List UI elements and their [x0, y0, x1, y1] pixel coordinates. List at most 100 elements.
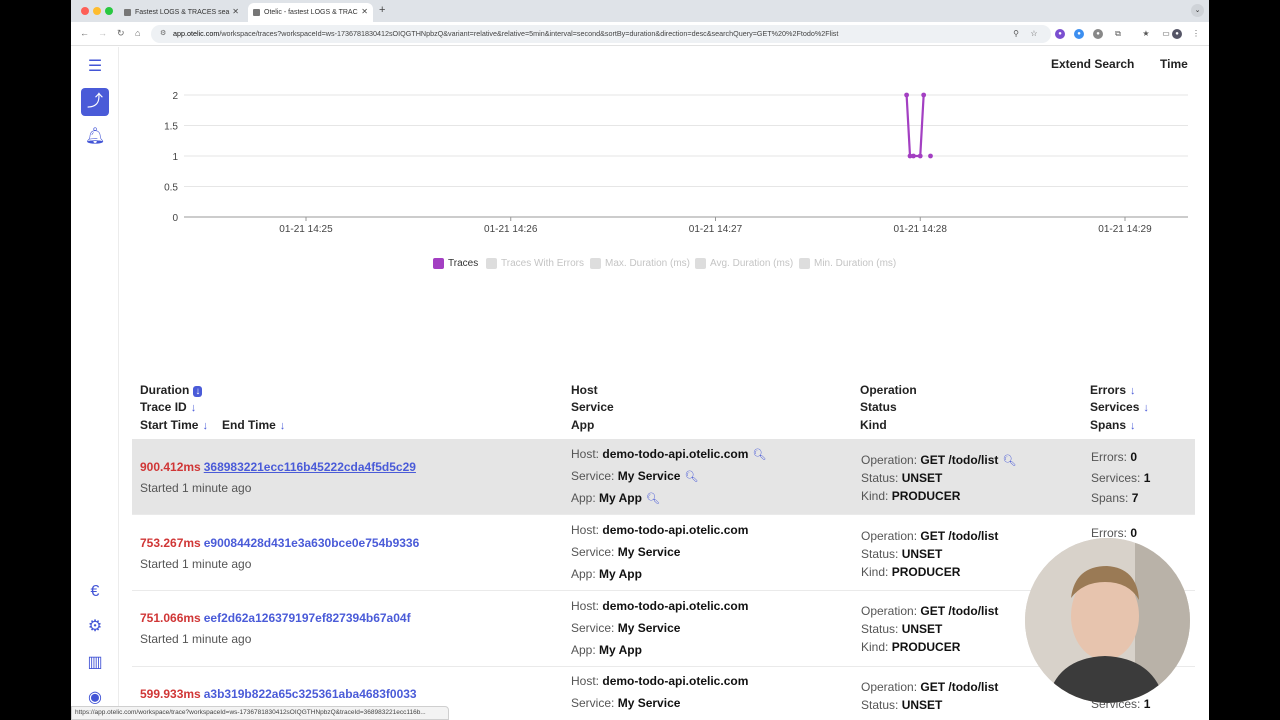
traces-icon[interactable]: ⤴ [81, 88, 109, 116]
bookmark-star-icon[interactable]: ☆ [1029, 29, 1039, 39]
trace-row[interactable]: 900.412ms 368983221ecc116b45222cda4f5d5c2… [132, 439, 1195, 515]
legend-traces[interactable]: Traces [433, 258, 478, 269]
alerts-bell-icon[interactable]: 🔔︎ [81, 123, 109, 151]
browser-tab[interactable]: Fastest LOGS & TRACES sea ✕ [119, 3, 244, 22]
header-trace-id[interactable]: Trace ID ↓ [140, 400, 196, 414]
host-value: demo-todo-api.otelic.com [602, 523, 749, 537]
close-tab-icon[interactable]: ✕ [361, 7, 368, 16]
service-field: Service: My Service 🔍︎ [571, 469, 698, 483]
bookmarks-icon[interactable]: ★ [1141, 29, 1151, 39]
header-status: Status [860, 400, 897, 414]
sort-icon[interactable]: ↓ [1130, 385, 1136, 397]
header-errors[interactable]: Errors ↓ [1090, 383, 1136, 397]
service-value: My Service [617, 545, 681, 559]
search-icon[interactable]: 🔍︎ [752, 449, 766, 461]
sort-icon[interactable]: ↓ [191, 402, 197, 414]
service-value: My Service [617, 469, 681, 483]
tab-search-icon[interactable]: ⌄ [1191, 4, 1204, 17]
trace-title: 753.267ms e90084428d431e3a630bce0e754b933… [140, 536, 419, 550]
service-label: Service: [571, 621, 615, 635]
new-tab-button[interactable]: + [379, 4, 385, 16]
started-ago: Started 1 minute ago [140, 632, 252, 646]
header-spans[interactable]: Spans ↓ [1090, 418, 1136, 432]
status-value: UNSET [901, 622, 943, 636]
host-field: Host: demo-todo-api.otelic.com [571, 523, 748, 537]
data-point [921, 92, 927, 98]
search-icon[interactable]: 🔍︎ [646, 493, 660, 505]
status-value: UNSET [901, 547, 943, 561]
header-label: Services [1090, 400, 1140, 414]
close-window-button[interactable] [81, 7, 89, 15]
trace-id-link[interactable]: 368983221ecc116b45222cda4f5d5c29 [204, 460, 416, 474]
back-icon[interactable]: ← [80, 28, 89, 38]
sort-icon[interactable]: ↓ [1143, 402, 1149, 414]
minimize-window-button[interactable] [93, 7, 101, 15]
header-label: Errors [1090, 383, 1127, 397]
close-tab-icon[interactable]: ✕ [232, 7, 239, 16]
x-tick-label: 01-21 14:27 [689, 224, 743, 235]
sidebar-icon[interactable]: ▭ [1161, 29, 1171, 39]
forward-icon[interactable]: → [98, 28, 107, 38]
legend-max-duration[interactable]: Max. Duration (ms) [590, 258, 690, 269]
header-kind: Kind [860, 418, 887, 432]
header-label: Trace ID [140, 400, 187, 414]
operation-field: Operation: GET /todo/list [861, 604, 998, 618]
sort-icon[interactable]: ↓ [202, 420, 208, 432]
extension-icon[interactable]: ● [1093, 29, 1103, 39]
app-field: App: My App [571, 643, 642, 657]
service-label: Service: [571, 469, 615, 483]
legend-avg-duration[interactable]: Avg. Duration (ms) [695, 258, 793, 269]
browser-menu-icon[interactable]: ⋮ [1191, 29, 1201, 39]
sort-icon[interactable]: ↓ [1130, 420, 1136, 432]
header-start-time[interactable]: Start Time ↓ [140, 418, 208, 432]
organization-building-icon[interactable]: ▥ [81, 649, 109, 677]
zoom-icon[interactable]: ⚲ [1011, 29, 1021, 39]
errors-label: Errors: [1091, 450, 1127, 464]
services-value: 1 [1143, 471, 1151, 485]
started-ago: Started 1 minute ago [140, 481, 252, 495]
status-field: Status: UNSET [861, 622, 942, 636]
home-icon[interactable]: ⌂ [135, 28, 140, 38]
x-tick-label: 01-21 14:29 [1098, 224, 1152, 235]
legend-label: Traces [448, 258, 479, 269]
kind-field: Kind: PRODUCER [861, 640, 960, 654]
spans-label: Spans: [1091, 491, 1129, 505]
status-field: Status: UNSET [861, 547, 942, 561]
legend-min-duration[interactable]: Min. Duration (ms) [799, 258, 896, 269]
browser-tab-active[interactable]: Otelic - fastest LOGS & TRAC ✕ [248, 3, 373, 22]
services-value: 1 [1143, 697, 1151, 711]
service-field: Service: My Service [571, 621, 680, 635]
service-field: Service: My Service [571, 545, 680, 559]
settings-gear-icon[interactable]: ⚙ [81, 613, 109, 641]
service-field: Service: My Service [571, 696, 680, 710]
header-duration[interactable]: Duration ↓ [140, 383, 203, 397]
address-bar[interactable]: ⚙ app.otelic.com/workspace/traces?worksp… [151, 25, 1051, 43]
extension-icon[interactable]: ● [1055, 29, 1065, 39]
kind-field: Kind: PRODUCER [861, 489, 960, 503]
profile-avatar-icon[interactable]: ● [1172, 29, 1182, 39]
search-icon[interactable]: 🔍︎ [684, 471, 698, 483]
sort-icon[interactable]: ↓ [280, 420, 286, 432]
x-tick-label: 01-21 14:28 [894, 224, 948, 235]
traces-page: Extend Search Time 0 0.5 1 1.5 2 01-21 14:25 0… [120, 47, 1209, 720]
billing-euro-icon[interactable]: € [81, 578, 109, 606]
errors-value: 0 [1130, 526, 1138, 540]
reload-icon[interactable]: ↻ [117, 28, 125, 39]
maximize-window-button[interactable] [105, 7, 113, 15]
trace-id-link[interactable]: e90084428d431e3a630bce0e754b9336 [204, 536, 420, 550]
extension-icon[interactable]: ● [1074, 29, 1084, 39]
trace-id-link[interactable]: eef2d62a126379197ef827394b67a04f [204, 611, 411, 625]
logs-list-icon[interactable]: ☰ [81, 53, 109, 81]
extensions-puzzle-icon[interactable]: ⧉ [1113, 29, 1123, 39]
legend-traces-with-errors[interactable]: Traces With Errors [486, 258, 584, 269]
trace-id-link[interactable]: a3b319b822a65c325361aba4683f0033 [204, 687, 417, 701]
favicon-icon [253, 9, 260, 16]
site-info-icon[interactable]: ⚙ [160, 25, 166, 43]
sort-desc-icon[interactable]: ↓ [193, 386, 203, 397]
host-label: Host: [571, 674, 600, 688]
header-services[interactable]: Services ↓ [1090, 400, 1149, 414]
duration-value: 753.267ms [140, 536, 201, 550]
header-end-time[interactable]: End Time ↓ [222, 418, 285, 432]
search-icon[interactable]: 🔍︎ [1002, 455, 1016, 467]
spans-value: 7 [1131, 491, 1139, 505]
